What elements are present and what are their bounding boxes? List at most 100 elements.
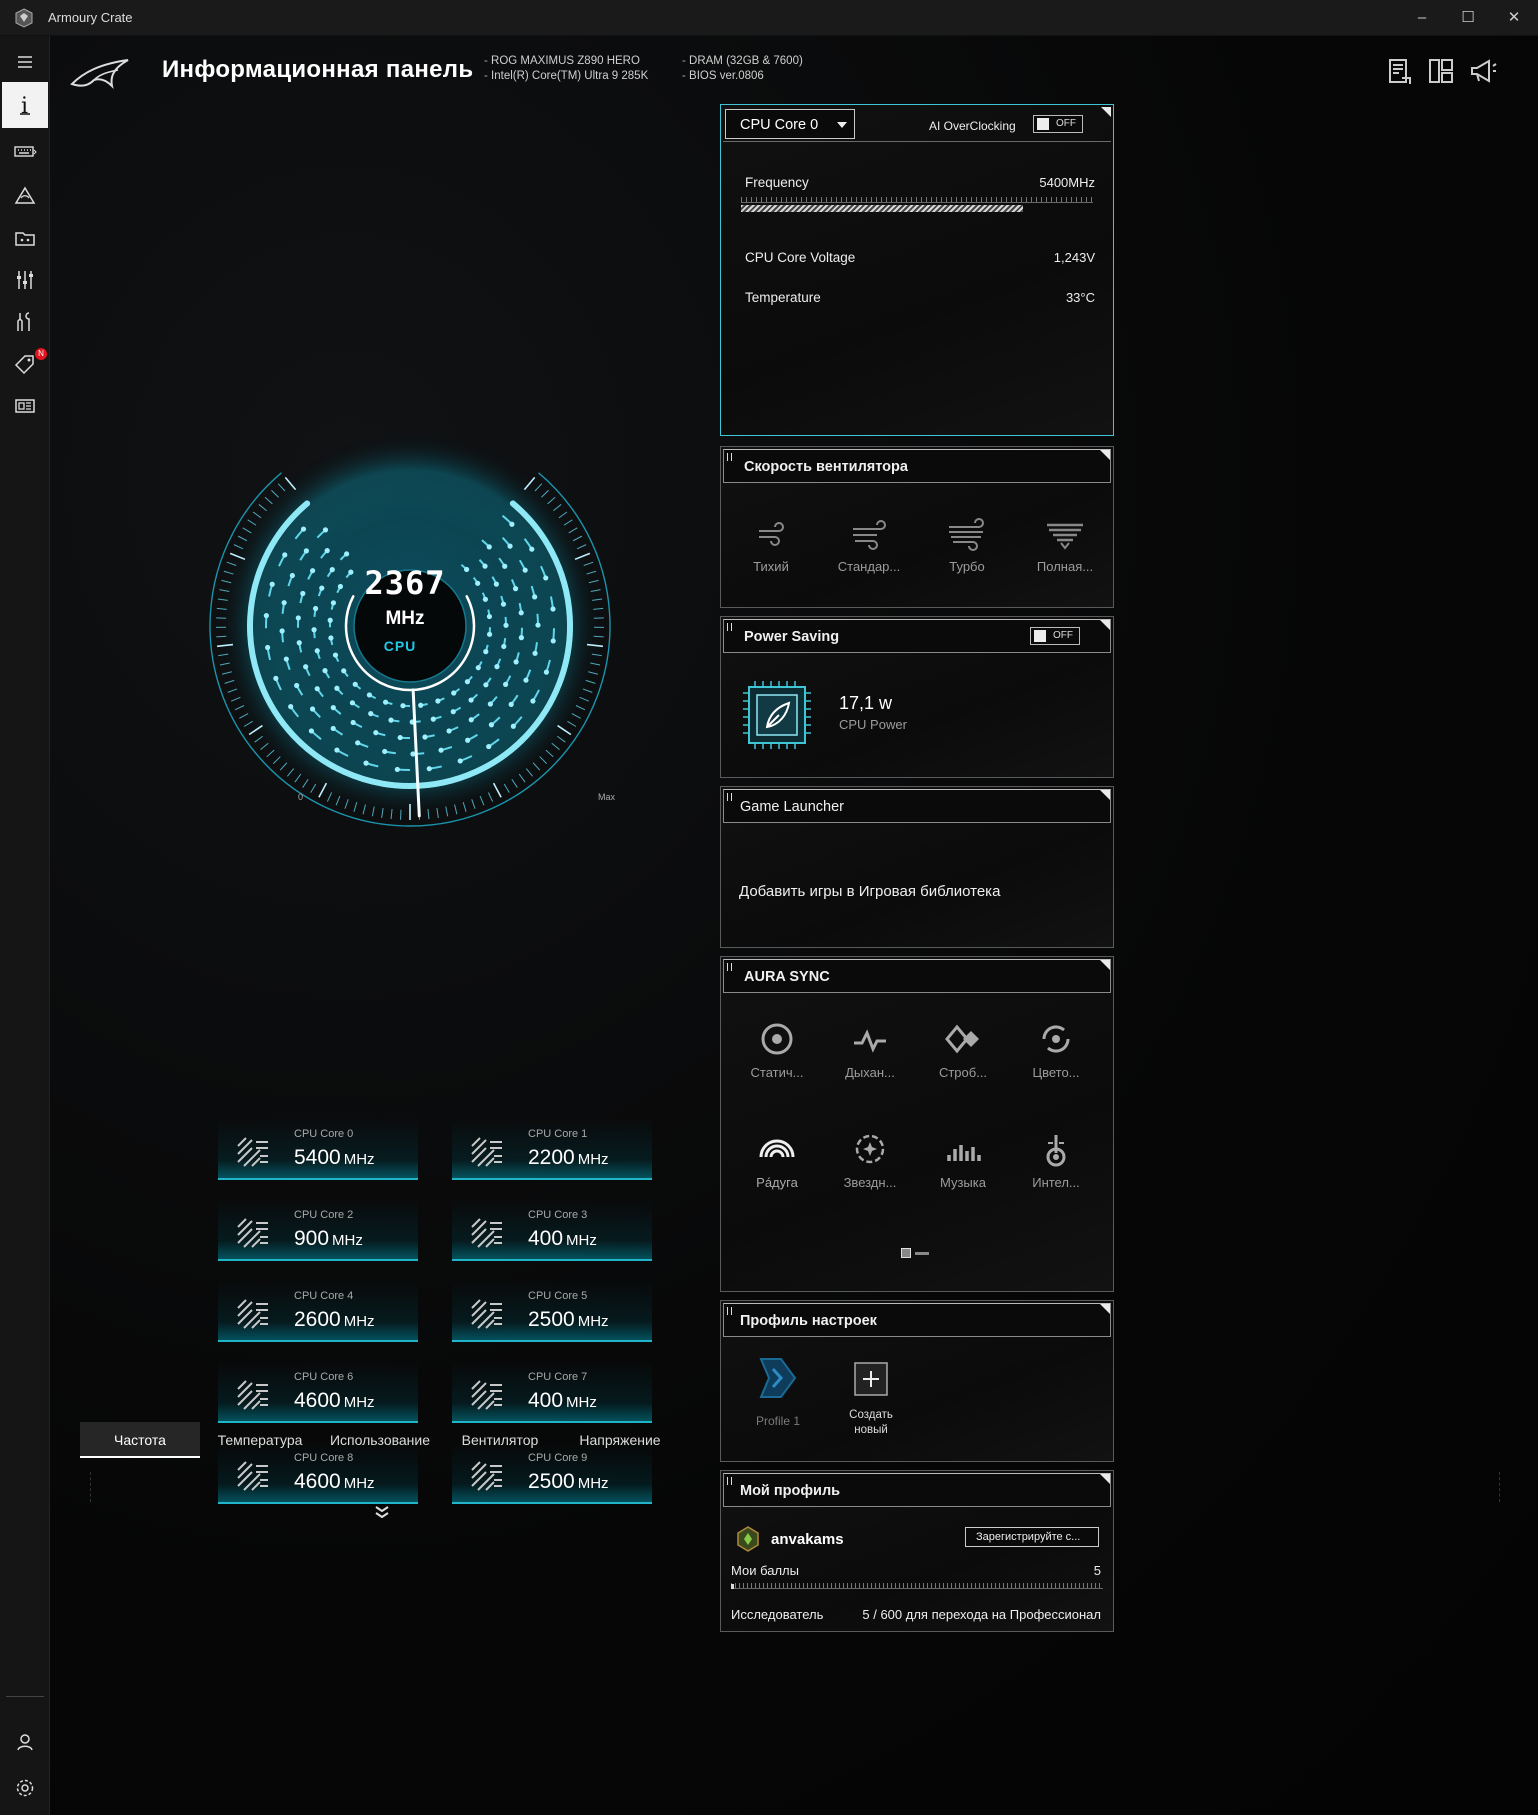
aura-effect-label: Статич... (750, 1065, 804, 1080)
drag-handle[interactable] (727, 1477, 732, 1485)
nav-item-aura[interactable] (0, 174, 50, 218)
widget-menu-corner[interactable] (1100, 790, 1110, 800)
core-tile: CPU Core 4 2600 MHz (218, 1280, 418, 1342)
aura-effect-music[interactable]: Музыка (918, 1129, 1008, 1190)
gauge-circuit-node (283, 656, 289, 662)
cpu-widget-divider (723, 141, 1111, 142)
window-title: Armoury Crate (48, 10, 133, 25)
fan-mode-turbo[interactable]: Турбо (922, 513, 1012, 574)
frequency-scale (741, 197, 1093, 203)
profile-name: Profile 1 (755, 1414, 801, 1428)
drag-handle[interactable] (727, 1307, 732, 1315)
power-saving-toggle[interactable]: OFF (1030, 627, 1080, 645)
fan-mode-standard[interactable]: Стандар... (824, 513, 914, 574)
aura-effect-static[interactable]: Статич... (732, 1019, 822, 1080)
level-progress-text: 5 / 600 для перехода на Профессионал (862, 1607, 1101, 1622)
gauge-circuit-node (324, 548, 330, 554)
gauge-circuit-node (397, 734, 403, 741)
core-tile: CPU Core 2 900 MHz (218, 1199, 418, 1261)
aura-effect-label: Интел... (1032, 1175, 1080, 1190)
nav-item-devices[interactable] (0, 130, 50, 174)
gauge-circuit-node (507, 543, 513, 549)
create-profile-button[interactable]: Создать новый (839, 1361, 903, 1438)
widget-menu-corner[interactable] (1100, 450, 1110, 460)
maximize-button[interactable]: ☐ (1446, 4, 1490, 32)
dram-info: DRAM (32GB & 7600) (682, 54, 803, 69)
nav-item-news[interactable] (0, 384, 50, 428)
minimize-button[interactable]: – (1400, 4, 1444, 32)
core-name: CPU Core 5 (528, 1290, 588, 1302)
nav-item-account[interactable] (0, 1720, 50, 1764)
nav-item-settings-sliders[interactable] (0, 258, 50, 302)
drag-handle[interactable] (727, 963, 732, 971)
gauge-circuit-node (486, 544, 492, 550)
ai-overclocking-toggle[interactable]: OFF (1033, 115, 1083, 133)
gauge-circuit-node (446, 728, 452, 734)
aura-effect-label: Строб... (938, 1065, 988, 1080)
gauge-circuit-node (488, 722, 495, 728)
tab-voltage[interactable]: Напряжение (560, 1422, 680, 1458)
rog-logo-icon (70, 59, 129, 90)
core-mhz: 2600 (294, 1308, 341, 1331)
widget-menu-corner[interactable] (1100, 1474, 1110, 1484)
hamburger-menu-button[interactable] (0, 40, 50, 84)
layout-icon[interactable] (1426, 56, 1456, 86)
nav-item-deals[interactable]: N (0, 342, 50, 386)
register-button[interactable]: Зарегистрируйте с... (965, 1527, 1099, 1547)
close-button[interactable]: ✕ (1492, 4, 1536, 32)
gauge-circuit-node (513, 659, 519, 665)
widget-menu-corner[interactable] (1100, 1304, 1110, 1314)
widget-menu-corner[interactable] (1100, 960, 1110, 970)
drag-handle[interactable] (727, 793, 732, 801)
announcement-icon[interactable] (1468, 56, 1498, 86)
aura-effect-color-cycle[interactable]: Цвето... (1011, 1019, 1101, 1080)
power-widget-header: Power Saving OFF (723, 619, 1111, 653)
drag-handle[interactable] (727, 623, 732, 631)
gauge-circuit-node (435, 698, 441, 704)
fan-mode-full[interactable]: Полная... (1020, 513, 1110, 574)
fan-mode-label: Полная... (1036, 559, 1094, 574)
widget-menu-corner[interactable] (1100, 620, 1110, 630)
expand-chevron-icon[interactable] (372, 1502, 392, 1522)
report-icon[interactable] (1384, 56, 1414, 86)
core-name: CPU Core 7 (528, 1371, 588, 1383)
aura-effect-label: Рáдуга (756, 1175, 798, 1190)
points-label: Мои баллы (731, 1563, 799, 1578)
aura-effect-rainbow[interactable]: Рáдуга (732, 1129, 822, 1190)
aura-effect-smart[interactable]: Интел... (1011, 1129, 1101, 1190)
ai-overclocking-label: AI OverClocking (929, 119, 1016, 133)
aura-effect-starry-night[interactable]: Звездн... (825, 1129, 915, 1190)
add-games-link[interactable]: Добавить игры в Игровая библиотека (739, 883, 1000, 900)
fan-mode-silent[interactable]: Тихий (726, 513, 816, 574)
gauge-circuit-node (366, 692, 373, 698)
wind-standard-icon (853, 520, 886, 550)
gauge-circuit-node (468, 697, 474, 703)
page-indicator[interactable] (915, 1252, 929, 1255)
gauge-circuit-node (486, 631, 493, 637)
nav-item-game-library[interactable] (0, 216, 50, 260)
nav-item-dashboard[interactable]: i (2, 82, 48, 128)
core-select-dropdown[interactable]: CPU Core 0 (725, 109, 855, 139)
tab-frequency[interactable]: Частота (80, 1422, 200, 1458)
cpu-frequency-icon (237, 1380, 268, 1410)
core-unit: MHz (577, 1313, 609, 1330)
tab-usage[interactable]: Использование (320, 1422, 440, 1458)
gauge-circuit-node (288, 704, 294, 710)
profile-widget-header: Профиль настроек (723, 1303, 1111, 1337)
page-indicator-active[interactable] (901, 1248, 911, 1258)
gauge-circuit-node (273, 675, 279, 681)
aura-effect-breathing[interactable]: Дыхан... (825, 1019, 915, 1080)
cpu-name: Intel(R) Core(TM) Ultra 9 285K (484, 69, 648, 84)
tab-fan[interactable]: Вентилятор (440, 1422, 560, 1458)
nav-item-tools[interactable] (0, 300, 50, 344)
tab-temperature[interactable]: Температура (200, 1422, 320, 1458)
drag-handle[interactable] (727, 453, 732, 461)
profile-1-card[interactable]: Profile 1 (743, 1353, 813, 1428)
widget-menu-corner[interactable] (1101, 107, 1111, 117)
nav-item-settings[interactable] (0, 1766, 50, 1810)
music-bars-icon (947, 1145, 981, 1161)
cpu-frequency-icon (471, 1380, 502, 1410)
tools-icon (17, 312, 30, 331)
aura-effect-strobe[interactable]: Строб... (918, 1019, 1008, 1080)
gauge-circuit-node (465, 737, 471, 743)
